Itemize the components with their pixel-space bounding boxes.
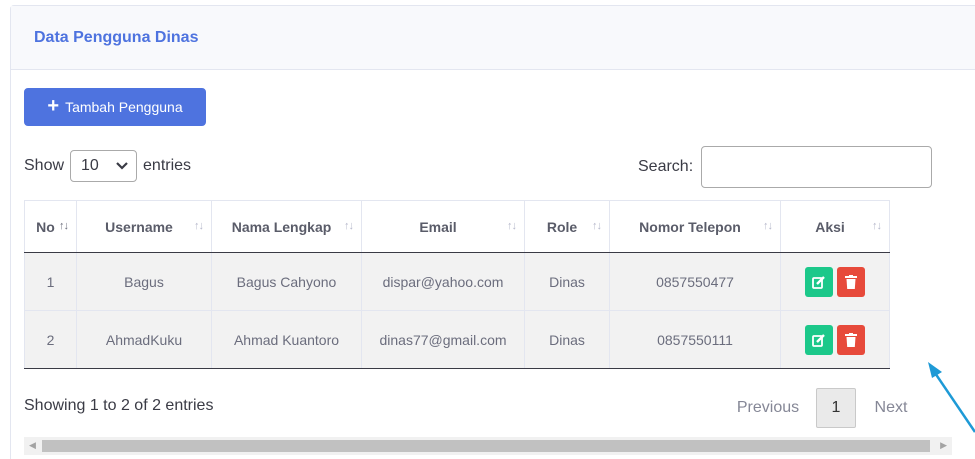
column-header-role[interactable]: Role ↑↓ — [524, 200, 610, 253]
scroll-right-icon[interactable]: ▶ — [940, 440, 947, 451]
edit-icon — [812, 275, 825, 289]
plus-icon: + — [47, 95, 60, 117]
edit-icon — [812, 333, 825, 347]
entries-select-value: 10 — [81, 157, 99, 174]
cell-aksi — [780, 252, 890, 311]
sort-icon: ↑↓ — [59, 219, 69, 232]
cell-role: Dinas — [524, 310, 610, 369]
cell-email: dinas77@gmail.com — [361, 310, 525, 369]
table-row: 1 Bagus Bagus Cahyono dispar@yahoo.com D… — [24, 252, 890, 311]
cell-nama-lengkap: Ahmad Kuantoro — [211, 310, 362, 369]
column-header-aksi[interactable]: Aksi ↑↓ — [780, 200, 890, 253]
trash-icon — [845, 274, 857, 289]
table-header-row: No ↑↓ Username ↑↓ Nama Lengkap ↑↓ Email ↑↓ R… — [24, 200, 890, 253]
cell-username: Bagus — [76, 252, 212, 311]
cell-role: Dinas — [524, 252, 610, 311]
cell-no: 2 — [24, 310, 77, 369]
cell-username: AhmadKuku — [76, 310, 212, 369]
sort-icon: ↑↓ — [872, 219, 882, 232]
edit-button[interactable] — [805, 324, 833, 355]
cell-nomor-telepon: 0857550111 — [609, 310, 781, 369]
cell-no: 1 — [24, 252, 77, 311]
scrollbar-thumb[interactable] — [42, 440, 930, 452]
page-title: Data Pengguna Dinas — [34, 28, 199, 46]
cell-nomor-telepon: 0857550477 — [609, 252, 781, 311]
sort-icon: ↑↓ — [592, 219, 602, 232]
search-label: Search: — [638, 158, 694, 175]
entries-label: entries — [143, 157, 192, 174]
column-header-username[interactable]: Username ↑↓ — [76, 200, 212, 253]
table-info: Showing 1 to 2 of 2 entries — [24, 397, 214, 414]
sort-icon: ↑↓ — [507, 219, 517, 232]
entries-length-control: Show 10 entries — [24, 150, 191, 182]
cell-nama-lengkap: Bagus Cahyono — [211, 252, 362, 311]
scroll-left-icon[interactable]: ◀ — [29, 440, 36, 451]
users-table: No ↑↓ Username ↑↓ Nama Lengkap ↑↓ Email ↑↓ R… — [24, 200, 890, 369]
show-label: Show — [24, 157, 65, 174]
next-page-button[interactable]: Next — [856, 388, 926, 428]
sort-icon: ↑↓ — [344, 219, 354, 232]
previous-page-button[interactable]: Previous — [720, 388, 816, 428]
entries-select[interactable]: 10 — [70, 150, 138, 182]
search-input[interactable] — [701, 146, 933, 188]
table-row: 2 AhmadKuku Ahmad Kuantoro dinas77@gmail… — [24, 310, 890, 369]
card-header: Data Pengguna Dinas — [11, 6, 975, 70]
edit-button[interactable] — [805, 266, 833, 297]
column-header-nama-lengkap[interactable]: Nama Lengkap ↑↓ — [211, 200, 362, 253]
pagination: Previous 1 Next — [720, 388, 926, 428]
chevron-down-icon — [116, 159, 128, 173]
search-control: Search: — [638, 146, 933, 188]
column-header-nomor-telepon[interactable]: Nomor Telepon ↑↓ — [609, 200, 781, 253]
trash-icon — [845, 332, 857, 347]
add-user-label: Tambah Pengguna — [65, 99, 183, 115]
sort-icon: ↑↓ — [194, 219, 204, 232]
delete-button[interactable] — [837, 266, 865, 297]
cell-email: dispar@yahoo.com — [361, 252, 525, 311]
column-header-no[interactable]: No ↑↓ — [24, 200, 77, 253]
column-header-email[interactable]: Email ↑↓ — [361, 200, 525, 253]
add-user-button[interactable]: + Tambah Pengguna — [24, 88, 206, 126]
page-1-button[interactable]: 1 — [816, 388, 856, 428]
sort-icon: ↑↓ — [763, 219, 773, 232]
delete-button[interactable] — [837, 324, 865, 355]
cell-aksi — [780, 310, 890, 369]
horizontal-scrollbar[interactable]: ◀ ▶ — [24, 437, 952, 455]
